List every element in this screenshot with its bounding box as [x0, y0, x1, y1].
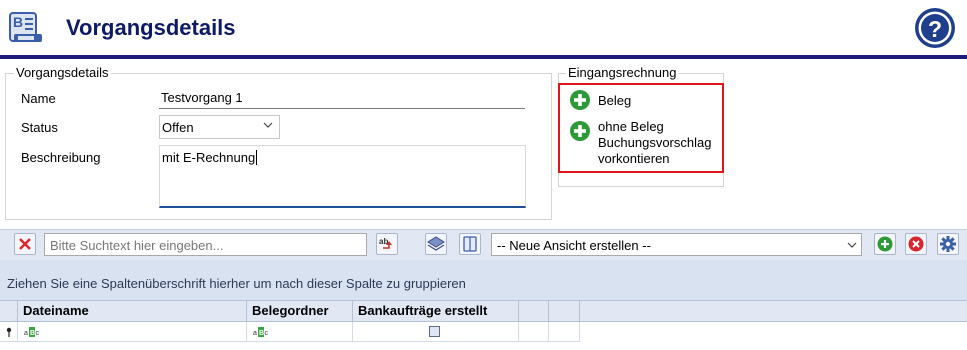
add-view-button[interactable] [874, 233, 896, 255]
svg-text:c: c [36, 330, 40, 337]
status-select[interactable]: Offen [159, 115, 280, 139]
column-header-extra-2[interactable] [549, 300, 580, 322]
column-header-dateiname[interactable]: Dateiname [18, 300, 247, 322]
name-input[interactable]: Testvorgang 1 [159, 87, 525, 109]
invoice-group-title: Eingangsrechnung [566, 65, 679, 80]
search-input[interactable]: Bitte Suchtext hier eingeben... [44, 233, 367, 256]
gear-icon [940, 236, 956, 252]
plus-circle-icon [570, 121, 590, 141]
name-value: Testvorgang 1 [161, 90, 243, 105]
plus-circle-icon [570, 90, 590, 110]
text-filter-icon: a B c [24, 327, 40, 337]
spellcheck-icon: ab [379, 237, 392, 249]
filter-cell-extra-2[interactable] [549, 322, 580, 342]
filter-cell-dateiname[interactable]: a B c [18, 322, 247, 342]
search-placeholder: Bitte Suchtext hier eingeben... [50, 238, 224, 253]
layers-icon [427, 236, 445, 251]
view-book-button[interactable] [459, 233, 481, 255]
label-line-1: ohne Beleg [598, 119, 664, 134]
add-beleg-button[interactable]: Beleg [570, 90, 715, 112]
add-without-beleg-button[interactable]: ohne Beleg Buchungsvorschlag vorkontiere… [570, 119, 720, 167]
filter-row-indicator [0, 322, 18, 342]
filter-cell-bankauftraege[interactable] [353, 322, 519, 342]
book-icon [463, 236, 477, 252]
name-label: Name [21, 91, 56, 106]
svg-text:B: B [30, 330, 35, 337]
group-by-hint: Ziehen Sie eine Spaltenüberschrift hierh… [7, 276, 466, 291]
add-without-beleg-label: ohne Beleg Buchungsvorschlag vorkontiere… [598, 119, 711, 167]
svg-text:B: B [13, 14, 23, 30]
description-label: Beschreibung [21, 150, 101, 165]
status-label: Status [21, 120, 58, 135]
page-title: Vorgangsdetails [66, 15, 236, 40]
view-layers-button[interactable] [425, 233, 447, 255]
x-icon [19, 238, 31, 250]
svg-text:a: a [24, 330, 28, 337]
column-header-indicator [0, 300, 18, 322]
status-value: Offen [162, 120, 194, 135]
plus-circle-icon [877, 236, 893, 252]
description-value: mit E-Rechnung [162, 150, 256, 165]
column-header-bankauftraege[interactable]: Bankaufträge erstellt [353, 300, 519, 322]
help-icon[interactable]: ? [913, 6, 957, 50]
text-filter-icon: a B c [253, 327, 269, 337]
svg-text:a: a [253, 330, 257, 337]
document-list-icon: B [9, 12, 42, 42]
filter-checkbox[interactable] [429, 326, 440, 337]
chevron-down-icon [847, 242, 857, 248]
label-line-3: vorkontieren [598, 151, 670, 166]
chevron-down-icon [263, 122, 273, 128]
column-header-belegordner[interactable]: Belegordner [247, 300, 353, 322]
text-caret [256, 150, 258, 165]
view-select[interactable]: -- Neue Ansicht erstellen -- [491, 233, 862, 256]
add-beleg-label: Beleg [598, 93, 632, 108]
filter-cell-belegordner[interactable]: a B c [247, 322, 353, 342]
remove-view-button[interactable] [905, 233, 927, 255]
view-settings-button[interactable] [937, 233, 959, 255]
help-symbol: ? [928, 16, 942, 42]
spellcheck-button[interactable]: ab [376, 233, 398, 255]
description-textarea[interactable]: mit E-Rechnung [159, 145, 526, 208]
svg-text:B: B [259, 330, 264, 337]
filter-cell-extra-1[interactable] [519, 322, 549, 342]
column-header-extra-1[interactable] [519, 300, 549, 322]
label-line-2: Buchungsvorschlag [598, 135, 712, 150]
header-divider [0, 55, 967, 59]
clear-search-button[interactable] [14, 233, 36, 255]
view-select-value: -- Neue Ansicht erstellen -- [497, 238, 651, 253]
details-group-title: Vorgangsdetails [14, 65, 111, 80]
pin-icon [6, 327, 12, 337]
svg-text:c: c [265, 330, 269, 337]
x-circle-icon [908, 236, 924, 252]
